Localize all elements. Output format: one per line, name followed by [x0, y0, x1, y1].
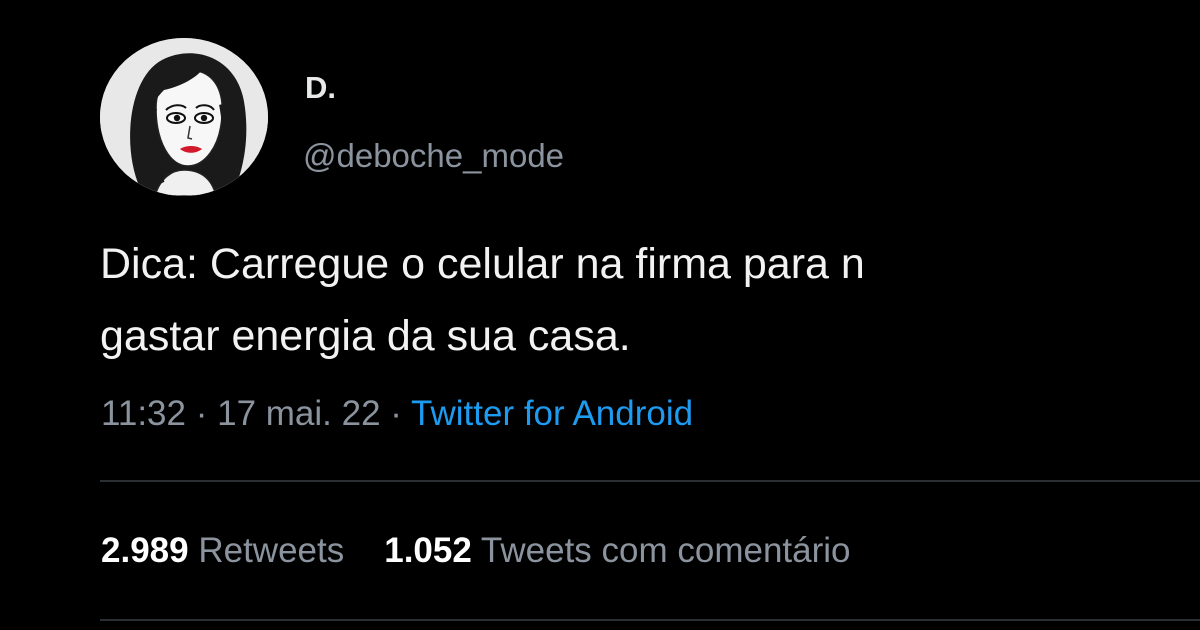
- tweet-date[interactable]: 17 mai. 22: [217, 394, 380, 433]
- tweet-source-link[interactable]: Twitter for Android: [411, 394, 693, 433]
- retweets-label: Retweets: [198, 531, 345, 570]
- retweets-stat[interactable]: 2.989 Retweets: [101, 531, 344, 570]
- quote-tweets-stat[interactable]: 1.052 Tweets com comentário: [384, 531, 850, 570]
- quote-tweets-count: 1.052: [384, 531, 472, 570]
- tweet-text: Dica: Carregue o celular na firma para n…: [100, 228, 1200, 372]
- engagement-stats: 2.989 Retweets 1.052 Tweets com comentári…: [101, 533, 891, 568]
- avatar[interactable]: [100, 38, 268, 196]
- quote-tweets-label: Tweets com comentário: [480, 531, 851, 570]
- tweet-text-line: gastar energia da sua casa.: [100, 312, 631, 360]
- meta-separator: ·: [380, 394, 412, 433]
- tweet-meta: 11:32 · 17 mai. 22 · Twitter for Android: [101, 396, 693, 431]
- username-handle[interactable]: @deboche_mode: [303, 139, 564, 172]
- tweet-time[interactable]: 11:32: [101, 394, 186, 433]
- display-name[interactable]: D.: [305, 72, 336, 103]
- meta-separator: ·: [186, 394, 218, 433]
- divider: [100, 480, 1200, 482]
- divider: [100, 619, 1200, 621]
- avatar-illustration: [100, 38, 268, 196]
- retweets-count: 2.989: [101, 531, 189, 570]
- tweet-text-line: Dica: Carregue o celular na firma para n: [100, 240, 865, 288]
